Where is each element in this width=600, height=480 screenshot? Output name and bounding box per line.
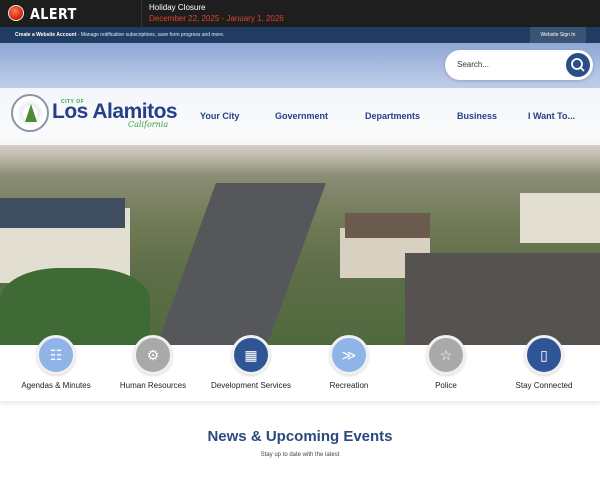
quick-link-stay-connected[interactable]: ▯ Stay Connected <box>494 335 594 390</box>
account-bar: Create a Website Account - Manage notifi… <box>0 27 600 43</box>
logo-state: California <box>128 120 169 129</box>
search-button[interactable] <box>566 53 590 77</box>
quick-link-label: Agendas & Minutes <box>21 381 91 390</box>
account-description: - Manage notification subscriptions, sav… <box>76 32 225 38</box>
nav-government[interactable]: Government <box>275 111 328 121</box>
quick-link-development-services[interactable]: ▦ Development Services <box>201 335 301 390</box>
alert-dates: December 22, 2025 - January 1, 2026 <box>149 14 284 23</box>
quick-link-label: Human Resources <box>119 381 187 390</box>
quick-link-label: Development Services <box>210 381 292 390</box>
city-seal-icon <box>11 94 49 132</box>
phone-icon: ▯ <box>524 335 564 375</box>
nav-your-city[interactable]: Your City <box>200 111 239 121</box>
sign-in-button[interactable]: Website Sign In <box>530 27 586 43</box>
quick-link-agendas-minutes[interactable]: ☷ Agendas & Minutes <box>6 335 106 390</box>
nav-departments[interactable]: Departments <box>365 111 420 121</box>
alert-icon <box>8 5 24 21</box>
divider <box>141 0 142 27</box>
main-nav: CITY OF Los Alamitos California Your Cit… <box>0 88 600 145</box>
gear-person-icon: ⚙ <box>133 335 173 375</box>
quick-link-label: Recreation <box>329 381 369 390</box>
runner-icon: ≫ <box>329 335 369 375</box>
building-icon: ▦ <box>231 335 271 375</box>
news-heading: News & Upcoming Events <box>207 428 393 445</box>
alert-title[interactable]: Holiday Closure <box>149 3 205 12</box>
search-input[interactable]: Search... <box>457 60 489 69</box>
news-subtitle: Stay up to date with the latest <box>260 452 340 458</box>
nav-business[interactable]: Business <box>457 111 497 121</box>
create-account-link[interactable]: Create a Website Account <box>15 32 76 38</box>
alert-label: ALERT <box>30 5 77 23</box>
quick-link-recreation[interactable]: ≫ Recreation <box>299 335 399 390</box>
alert-bar[interactable]: ALERT Holiday Closure December 22, 2025 … <box>0 0 600 27</box>
nav-i-want-to[interactable]: I Want To... <box>528 111 575 121</box>
search-icon <box>571 58 585 72</box>
shield-icon: ☆ <box>426 335 466 375</box>
quick-link-human-resources[interactable]: ⚙ Human Resources <box>103 335 203 390</box>
search-box[interactable]: Search... <box>445 50 593 80</box>
quick-link-police[interactable]: ☆ Police <box>396 335 496 390</box>
quick-link-label: Stay Connected <box>515 381 573 390</box>
quick-link-label: Police <box>435 381 457 390</box>
meeting-icon: ☷ <box>36 335 76 375</box>
